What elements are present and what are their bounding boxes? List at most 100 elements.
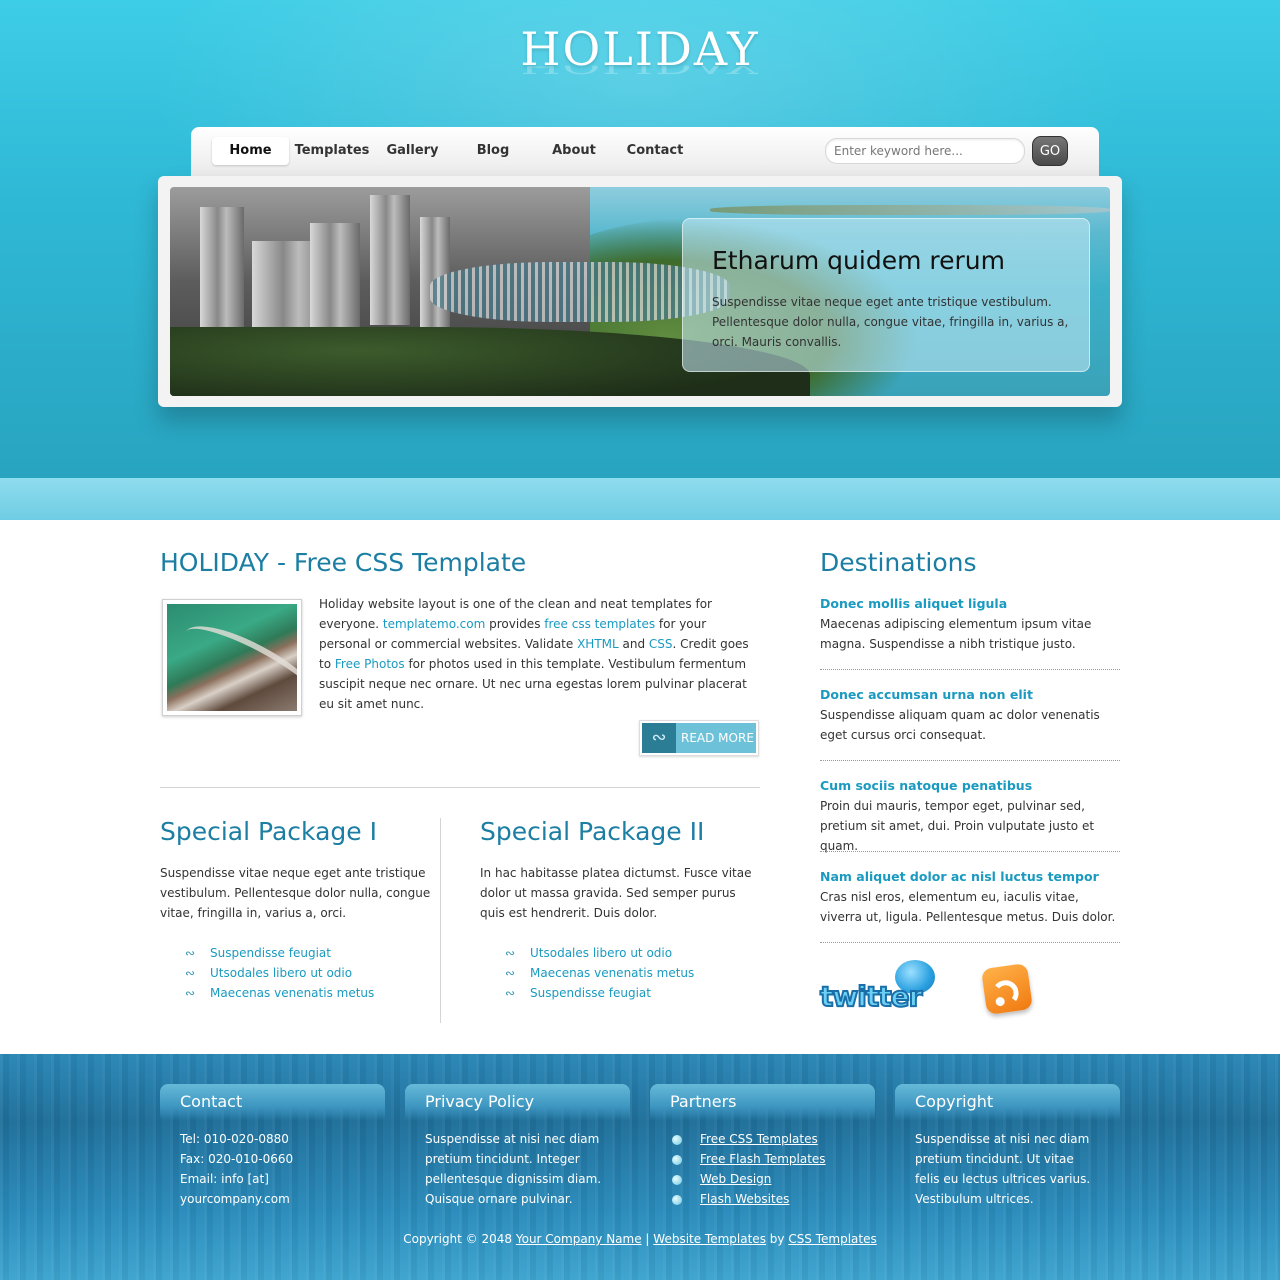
contact-tel: Tel: 010-020-0880 bbox=[180, 1132, 289, 1146]
contact-fax: Fax: 020-010-0660 bbox=[180, 1152, 294, 1166]
bullet-icon bbox=[672, 1195, 682, 1205]
package-list-item[interactable]: ∾ Suspendisse feugiat bbox=[500, 983, 694, 1003]
nav-item-contact[interactable]: Contact bbox=[612, 137, 698, 165]
read-more-label: READ MORE bbox=[676, 723, 756, 753]
footer-privacy-title: Privacy Policy bbox=[405, 1084, 630, 1120]
building-shape bbox=[370, 195, 410, 325]
search-go-button[interactable]: GO bbox=[1032, 136, 1068, 166]
package-text: In hac habitasse platea dictumst. Fusce … bbox=[480, 866, 752, 920]
swirl-bullet-icon: ∾ bbox=[184, 986, 196, 1000]
intro-text-part: and bbox=[618, 637, 649, 651]
copyright-text: Copyright © 2048 bbox=[403, 1232, 516, 1246]
package-link[interactable]: Maecenas venenatis metus bbox=[530, 966, 694, 980]
package-divider bbox=[440, 818, 441, 1023]
package-link[interactable]: Suspendisse feugiat bbox=[210, 946, 331, 960]
package-link[interactable]: Suspendisse feugiat bbox=[530, 986, 651, 1000]
package-title: Special Package II bbox=[480, 817, 705, 846]
partner-link[interactable]: Free CSS Templates bbox=[700, 1132, 818, 1146]
bullet-icon bbox=[672, 1135, 682, 1145]
destination-heading-link[interactable]: Nam aliquet dolor ac nisl luctus tempor bbox=[820, 867, 1120, 887]
main-nav: Home Templates Gallery Blog About Contac… bbox=[212, 137, 698, 165]
nav-item-gallery[interactable]: Gallery bbox=[375, 137, 450, 165]
package-list-item[interactable]: ∾ Maecenas venenatis metus bbox=[500, 963, 694, 983]
slider-caption-title: Etharum quidem rerum bbox=[712, 246, 1005, 275]
partner-link[interactable]: Flash Websites bbox=[700, 1192, 789, 1206]
destination-item: Donec accumsan urna non elit Suspendisse… bbox=[820, 685, 1120, 761]
site-logo-reflection: HOLIDAY bbox=[520, 65, 760, 79]
package-list-item[interactable]: ∾ Suspendisse feugiat bbox=[180, 943, 374, 963]
partner-item: Free CSS Templates bbox=[672, 1129, 826, 1149]
package-list: ∾ Suspendisse feugiat ∾ Utsodales libero u… bbox=[180, 943, 374, 1003]
destination-text: Proin dui mauris, tempor eget, pulvinar … bbox=[820, 799, 1095, 853]
rss-icon bbox=[981, 963, 1033, 1015]
footer-copyright-text: Suspendisse at nisi nec diam pretium tin… bbox=[915, 1132, 1091, 1206]
xhtml-link[interactable]: XHTML bbox=[577, 637, 619, 651]
destination-text: Suspendisse aliquam quam ac dolor venena… bbox=[820, 708, 1100, 742]
package-list-item[interactable]: ∾ Maecenas venenatis metus bbox=[180, 983, 374, 1003]
package-list-item[interactable]: ∾ Utsodales libero ut odio bbox=[500, 943, 694, 963]
partner-item: Flash Websites bbox=[672, 1189, 826, 1209]
intro-text: Holiday website layout is one of the cle… bbox=[319, 594, 761, 714]
rss-feed-button[interactable] bbox=[981, 960, 1038, 1016]
destination-heading-link[interactable]: Cum sociis natoque penatibus bbox=[820, 776, 1120, 796]
contact-email: Email: info [at] yourcompany.com bbox=[180, 1172, 290, 1206]
nav-item-blog[interactable]: Blog bbox=[450, 137, 536, 165]
search-input[interactable] bbox=[825, 138, 1025, 164]
website-templates-link[interactable]: Website Templates bbox=[653, 1232, 766, 1246]
intro-thumbnail[interactable] bbox=[162, 599, 302, 716]
intro-text-part: provides bbox=[485, 617, 545, 631]
footer-privacy-text: Suspendisse at nisi nec diam pretium tin… bbox=[425, 1132, 602, 1206]
destination-text: Cras nisl eros, elementum eu, iaculis vi… bbox=[820, 890, 1116, 924]
footer-copyright-title: Copyright bbox=[895, 1084, 1120, 1120]
thumbnail-photo bbox=[167, 604, 297, 711]
intro-title: HOLIDAY - Free CSS Template bbox=[160, 548, 527, 577]
package-list: ∾ Utsodales libero ut odio ∾ Maecenas vene… bbox=[500, 943, 694, 1003]
footer-contact-title: Contact bbox=[160, 1084, 385, 1120]
package-list-item[interactable]: ∾ Utsodales libero ut odio bbox=[180, 963, 374, 983]
css-templates-link[interactable]: CSS Templates bbox=[788, 1232, 876, 1246]
destination-text: Maecenas adipiscing elementum ipsum vita… bbox=[820, 617, 1092, 651]
partner-item: Web Design bbox=[672, 1169, 826, 1189]
destination-heading-link[interactable]: Donec accumsan urna non elit bbox=[820, 685, 1120, 705]
building-shape bbox=[200, 207, 244, 327]
copyright-line: Copyright © 2048 Your Company Name | Web… bbox=[0, 1229, 1280, 1249]
nav-item-templates[interactable]: Templates bbox=[289, 137, 375, 165]
bullet-icon bbox=[672, 1155, 682, 1165]
destination-heading-link[interactable]: Donec mollis aliquet ligula bbox=[820, 594, 1120, 614]
free-css-templates-link[interactable]: free css templates bbox=[544, 617, 655, 631]
partner-link[interactable]: Web Design bbox=[700, 1172, 771, 1186]
swirl-bullet-icon: ∾ bbox=[504, 986, 516, 1000]
footer-partners-title: Partners bbox=[650, 1084, 875, 1120]
building-shape bbox=[420, 217, 450, 327]
partner-list: Free CSS Templates Free Flash Templates … bbox=[672, 1129, 826, 1209]
css-link[interactable]: CSS bbox=[649, 637, 673, 651]
twitter-button[interactable]: twitter bbox=[819, 958, 940, 1018]
swirl-bullet-icon: ∾ bbox=[184, 966, 196, 980]
package-link[interactable]: Maecenas venenatis metus bbox=[210, 986, 374, 1000]
twitter-logo-text: twitter bbox=[819, 979, 923, 1014]
package-link[interactable]: Utsodales libero ut odio bbox=[210, 966, 352, 980]
partner-item: Free Flash Templates bbox=[672, 1149, 826, 1169]
swirl-bullet-icon: ∾ bbox=[504, 946, 516, 960]
by-text: by bbox=[765, 1232, 789, 1246]
free-photos-link[interactable]: Free Photos bbox=[335, 657, 405, 671]
package-text: Suspendisse vitae neque eget ante tristi… bbox=[160, 866, 431, 920]
footer-contact-text: Tel: 010-020-0880 Fax: 020-010-0660 Emai… bbox=[180, 1129, 370, 1209]
company-link[interactable]: Your Company Name bbox=[516, 1232, 642, 1246]
read-more-button[interactable]: ∾ READ MORE bbox=[639, 720, 759, 756]
header-stripe bbox=[0, 478, 1280, 520]
swirl-bullet-icon: ∾ bbox=[184, 946, 196, 960]
bullet-icon bbox=[672, 1175, 682, 1185]
content-divider bbox=[160, 787, 760, 788]
package-link[interactable]: Utsodales libero ut odio bbox=[530, 946, 672, 960]
swirl-icon: ∾ bbox=[642, 723, 676, 753]
horizon-shape bbox=[710, 205, 1110, 215]
slider-caption-text: Suspendisse vitae neque eget ante tristi… bbox=[712, 295, 1069, 349]
separator-text: | bbox=[641, 1232, 654, 1246]
templatemo-link[interactable]: templatemo.com bbox=[383, 617, 485, 631]
nav-item-home[interactable]: Home bbox=[212, 137, 289, 165]
destination-item: Cum sociis natoque penatibus Proin dui m… bbox=[820, 776, 1120, 853]
destination-item: Donec mollis aliquet ligula Maecenas adi… bbox=[820, 594, 1120, 670]
nav-item-about[interactable]: About bbox=[536, 137, 612, 165]
partner-link[interactable]: Free Flash Templates bbox=[700, 1152, 826, 1166]
